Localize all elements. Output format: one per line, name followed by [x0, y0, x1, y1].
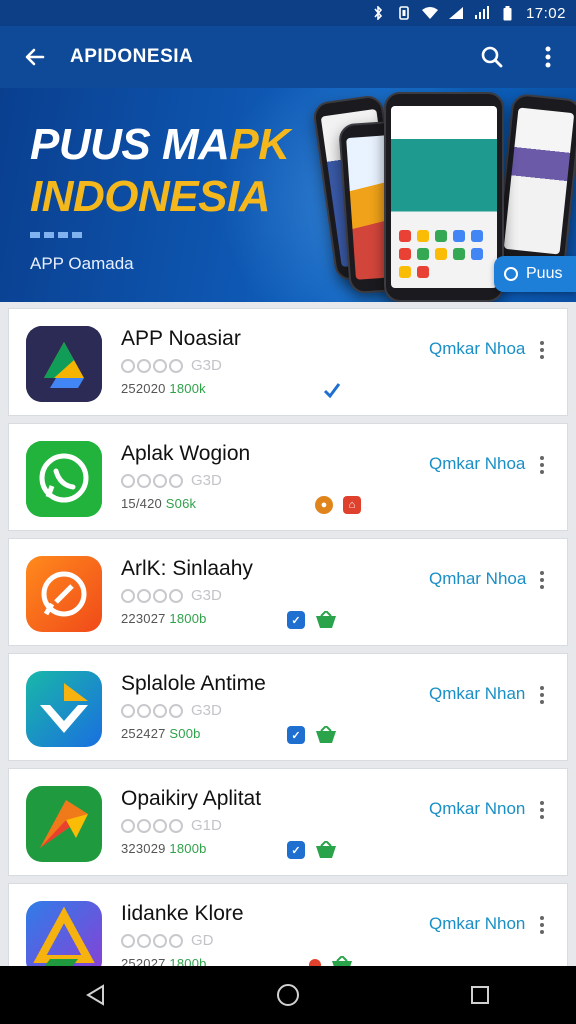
banner-headline: PUUS MAPK — [30, 120, 290, 169]
item-menu-icon[interactable] — [535, 797, 549, 823]
list-item[interactable]: APP Noasiar G3D 252020 1800k Qmkar Nhoa — [8, 308, 568, 416]
gift-badge-icon: ⌂ — [343, 496, 361, 514]
basket-icon — [316, 611, 336, 628]
app-rating: G3D — [121, 472, 222, 489]
install-button[interactable]: Qmkar Nhoa — [429, 339, 525, 359]
status-bar: 17:02 — [0, 0, 576, 26]
app-icon — [26, 326, 102, 402]
basket-icon — [332, 956, 352, 966]
app-meta: 252020 1800k — [121, 381, 206, 396]
banner-pagination-dots — [30, 232, 82, 238]
app-meta: 252427 S00b — [121, 726, 201, 741]
banner-action-button[interactable]: Puus — [494, 256, 576, 292]
list-item[interactable]: Iidanke Klore GD 252027 1800b Qmkar Nhon — [8, 883, 568, 966]
list-item[interactable]: Opaikiry Aplitat G1D 323029 1800b ✓ Qmka… — [8, 768, 568, 876]
banner-action-label: Puus — [526, 265, 563, 282]
app-bar: APIDONESIA — [0, 26, 576, 88]
app-meta: 252027 1800b — [121, 956, 207, 966]
item-menu-icon[interactable] — [535, 912, 549, 938]
banner-subtitle: APP Oamada — [30, 254, 134, 273]
bluetooth-icon — [370, 6, 386, 20]
battery-icon — [500, 5, 516, 20]
square-recents-icon — [471, 986, 489, 1004]
app-meta: 15/420 S06k — [121, 496, 197, 511]
install-button[interactable]: Qmkar Nhoa — [429, 454, 525, 474]
basket-icon — [316, 841, 336, 858]
app-list: APP Noasiar G3D 252020 1800k Qmkar Nhoa … — [0, 302, 576, 966]
install-button[interactable]: Qmkar Nhon — [429, 914, 525, 934]
verified-badge-icon: ✓ — [287, 611, 305, 629]
circle-home-icon — [277, 984, 299, 1006]
app-icon — [26, 671, 102, 747]
phone-mockup — [384, 92, 504, 302]
app-badges: ✓ — [287, 841, 337, 859]
app-rating: G3D — [121, 357, 222, 374]
verified-badge-icon: ✓ — [287, 726, 305, 744]
arrow-left-icon — [25, 48, 45, 66]
list-item[interactable]: ArlK: Sinlaahy G3D 223027 1800b ✓ Qmhar … — [8, 538, 568, 646]
overflow-menu-button[interactable] — [520, 26, 576, 88]
search-button[interactable] — [464, 26, 520, 88]
basket-icon — [316, 726, 336, 743]
install-button[interactable]: Qmkar Nhan — [429, 684, 525, 704]
item-menu-icon[interactable] — [535, 452, 549, 478]
item-menu-icon[interactable] — [535, 337, 549, 363]
list-item[interactable]: Splalole Antime G3D 252427 S00b ✓ Qmkar … — [8, 653, 568, 761]
install-button[interactable]: Qmhar Nhoa — [429, 569, 526, 589]
item-menu-icon[interactable] — [535, 682, 549, 708]
vibrate-icon — [396, 6, 412, 20]
app-icon — [26, 901, 102, 966]
app-rating: G3D — [121, 587, 222, 604]
install-button[interactable]: Qmkar Nnon — [429, 799, 525, 819]
promo-banner[interactable]: PUUS MAPK INDONESIA APP Oamada Puus — [0, 88, 576, 302]
wifi-icon — [421, 6, 438, 20]
app-icon — [26, 441, 102, 517]
app-name: Iidanke Klore — [121, 902, 244, 925]
app-rating: GD — [121, 932, 214, 949]
list-item[interactable]: Aplak Wogion G3D 15/420 S06k ● ⌂ Qmkar N… — [8, 423, 568, 531]
clock: 17:02 — [525, 4, 566, 22]
app-name: APP Noasiar — [121, 327, 241, 350]
app-rating: G1D — [121, 817, 222, 834]
item-menu-icon[interactable] — [535, 567, 549, 593]
app-badges: ✓ — [287, 611, 337, 629]
app-icon — [26, 786, 102, 862]
app-name: ArlK: Sinlaahy — [121, 557, 253, 580]
check-icon — [323, 383, 341, 399]
banner-headline-line2: INDONESIA — [30, 172, 270, 221]
app-rating: G3D — [121, 702, 222, 719]
app-name: Splalole Antime — [121, 672, 266, 695]
triangle-back-icon — [86, 984, 104, 1006]
nav-back-button[interactable] — [66, 966, 126, 1024]
app-name: Aplak Wogion — [121, 442, 251, 465]
app-name: Opaikiry Aplitat — [121, 787, 262, 810]
app-badges: ✓ — [287, 726, 337, 744]
nav-home-button[interactable] — [258, 966, 318, 1024]
app-badges — [323, 381, 341, 399]
app-icon — [26, 556, 102, 632]
signal-icon — [448, 6, 464, 20]
app-badges — [309, 956, 353, 966]
app-meta: 223027 1800b — [121, 611, 207, 626]
phone-mockup — [495, 92, 576, 270]
search-icon — [481, 46, 503, 68]
app-meta: 323029 1800b — [121, 841, 207, 856]
signal-2-icon — [474, 6, 490, 20]
shield-badge-icon: ● — [315, 496, 333, 514]
back-button[interactable] — [0, 26, 70, 88]
navigation-bar — [0, 966, 576, 1024]
more-vert-icon — [545, 46, 551, 68]
circle-icon — [504, 267, 518, 281]
nav-recents-button[interactable] — [450, 966, 510, 1024]
pin-badge-icon — [309, 959, 321, 966]
verified-badge-icon: ✓ — [287, 841, 305, 859]
app-badges: ● ⌂ — [315, 496, 361, 514]
page-title: APIDONESIA — [70, 46, 194, 67]
